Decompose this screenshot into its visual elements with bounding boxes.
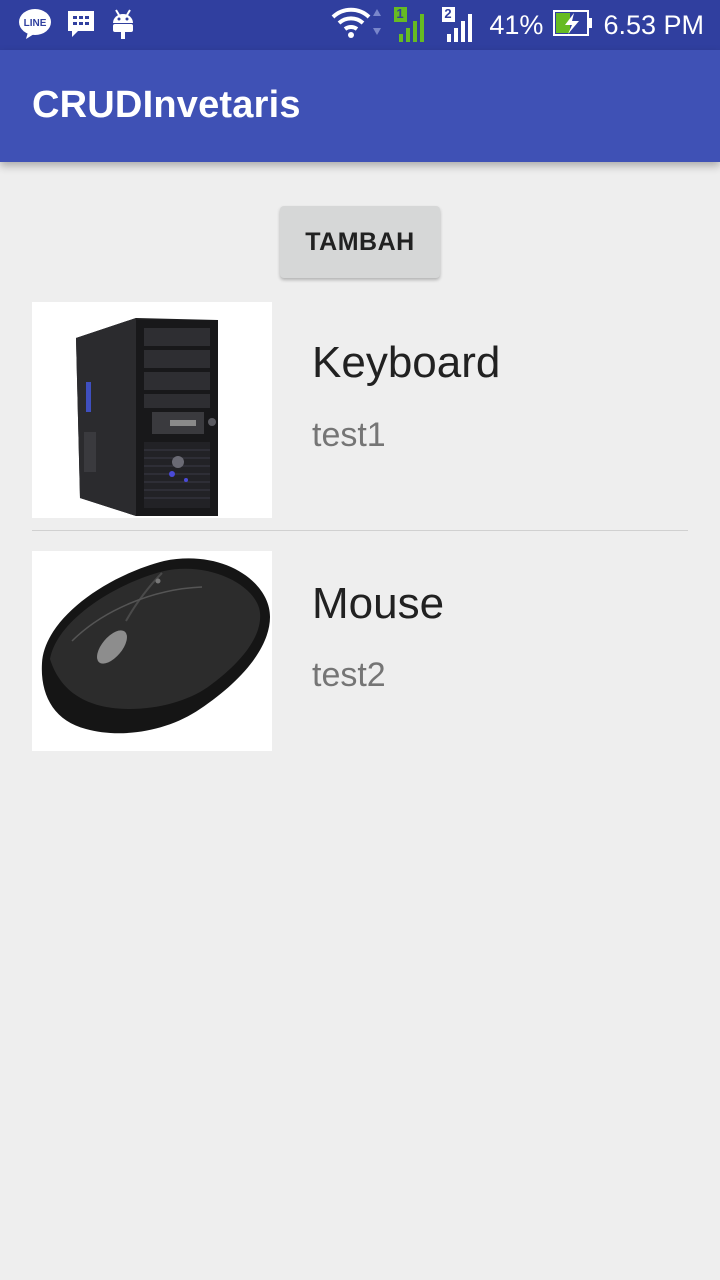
sim1-label: 1 bbox=[396, 6, 404, 21]
item-description: test1 bbox=[312, 416, 386, 454]
app-title: CRUDInvetaris bbox=[32, 84, 301, 126]
svg-text:LINE: LINE bbox=[24, 18, 47, 29]
pc-tower-image bbox=[32, 302, 272, 518]
list-item[interactable]: Mouse test2 bbox=[0, 551, 720, 751]
signal-sim1-icon: 1 bbox=[393, 6, 431, 44]
list-divider bbox=[32, 530, 688, 531]
list-item[interactable]: Keyboard test1 bbox=[0, 302, 720, 518]
bbm-icon bbox=[66, 9, 96, 44]
item-description: test2 bbox=[312, 656, 386, 694]
status-bar: LINE 1 2 41% 6.53 PM bbox=[0, 0, 720, 50]
android-icon bbox=[110, 8, 136, 45]
battery-percentage: 41% bbox=[489, 9, 544, 40]
app-bar: CRUDInvetaris bbox=[0, 50, 720, 162]
system-icons: 1 2 41% 6.53 PM bbox=[331, 0, 704, 50]
item-name: Mouse bbox=[312, 579, 445, 628]
line-app-icon: LINE bbox=[18, 8, 52, 45]
computer-mouse-image bbox=[32, 551, 272, 751]
sim2-label: 2 bbox=[444, 6, 452, 21]
wifi-icon bbox=[331, 5, 383, 46]
notification-icons: LINE bbox=[18, 8, 136, 45]
signal-sim2-icon: 2 bbox=[441, 6, 479, 44]
battery-charging-icon bbox=[553, 9, 593, 42]
add-item-button[interactable]: TAMBAH bbox=[280, 206, 440, 278]
clock: 6.53 PM bbox=[603, 9, 704, 40]
item-name: Keyboard bbox=[312, 338, 501, 387]
